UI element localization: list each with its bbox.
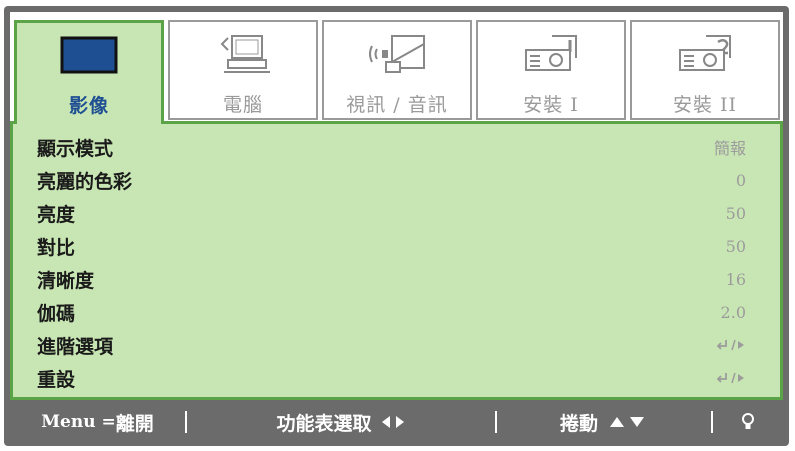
up-down-arrows-icon	[608, 414, 648, 430]
help-bar: Menu = 離開 功能表選取 捲動	[10, 404, 783, 440]
setting-advanced[interactable]: 進階選項	[37, 330, 746, 360]
setting-label: 顯示模式	[37, 137, 114, 160]
help-scroll: 捲動	[497, 404, 711, 440]
tab-computer[interactable]: 電腦	[168, 20, 318, 120]
setting-brilliant-color[interactable]: 亮麗的色彩 0	[37, 165, 746, 195]
computer-icon	[210, 32, 276, 76]
tab-label: 安裝 II	[672, 94, 738, 116]
setting-brightness[interactable]: 亮度 50	[37, 198, 746, 228]
select-text: 功能表選取	[276, 412, 372, 435]
setting-label: 進階選項	[37, 335, 114, 358]
help-menu-exit: Menu = 離開	[10, 404, 185, 440]
video-audio-icon	[364, 32, 430, 76]
setting-label: 對比	[37, 236, 76, 259]
tab-image[interactable]: 影像	[14, 20, 164, 124]
setting-label: 伽碼	[37, 302, 76, 325]
setting-display-mode[interactable]: 顯示模式 簡報	[37, 132, 746, 162]
help-tip	[713, 404, 783, 440]
tab-setup-2[interactable]: 安裝 II	[630, 20, 780, 120]
help-select: 功能表選取	[187, 404, 495, 440]
setting-reset[interactable]: 重設	[37, 363, 746, 393]
setting-value	[716, 338, 746, 352]
monitor-icon	[56, 33, 122, 77]
osd-menu: 影像 電腦 視訊 / 音訊 安裝 I 安裝 II 顯示模式 簡報 亮麗的色彩 0…	[10, 12, 783, 400]
lightbulb-icon	[741, 413, 755, 431]
tab-label: 電腦	[222, 94, 263, 116]
menu-key-text: Menu =	[41, 412, 116, 432]
setting-label: 亮麗的色彩	[37, 170, 133, 193]
setting-label: 重設	[37, 368, 76, 391]
setting-gamma[interactable]: 伽碼 2.0	[37, 297, 746, 327]
scroll-text: 捲動	[559, 412, 598, 435]
tab-setup-1[interactable]: 安裝 I	[476, 20, 626, 120]
enter-submenu-icon	[716, 371, 746, 385]
setting-label: 清晰度	[37, 269, 95, 292]
left-right-arrows-icon	[380, 414, 406, 430]
tab-label: 安裝 I	[523, 94, 579, 116]
setting-value: 50	[725, 236, 746, 256]
tab-label: 視訊 / 音訊	[346, 94, 448, 116]
tab-label: 影像	[68, 95, 109, 117]
setting-value: 簡報	[713, 139, 746, 158]
menu-exit-text: 離開	[115, 412, 154, 435]
projector-setup-1-icon	[518, 32, 584, 76]
osd-frame: 影像 電腦 視訊 / 音訊 安裝 I 安裝 II 顯示模式 簡報 亮麗的色彩 0…	[4, 6, 789, 446]
setting-contrast[interactable]: 對比 50	[37, 231, 746, 261]
setting-label: 亮度	[37, 203, 76, 226]
setting-value: 2.0	[720, 302, 746, 322]
setting-value: 50	[725, 203, 746, 223]
setting-value: 0	[735, 170, 746, 190]
tab-video-audio[interactable]: 視訊 / 音訊	[322, 20, 472, 120]
setting-value: 16	[725, 269, 746, 289]
image-settings-panel: 顯示模式 簡報 亮麗的色彩 0 亮度 50 對比 50 清晰度 16 伽碼 2.…	[10, 121, 783, 400]
setting-value	[716, 371, 746, 385]
enter-submenu-icon	[716, 338, 746, 352]
setting-sharpness[interactable]: 清晰度 16	[37, 264, 746, 294]
projector-setup-2-icon	[672, 32, 738, 76]
